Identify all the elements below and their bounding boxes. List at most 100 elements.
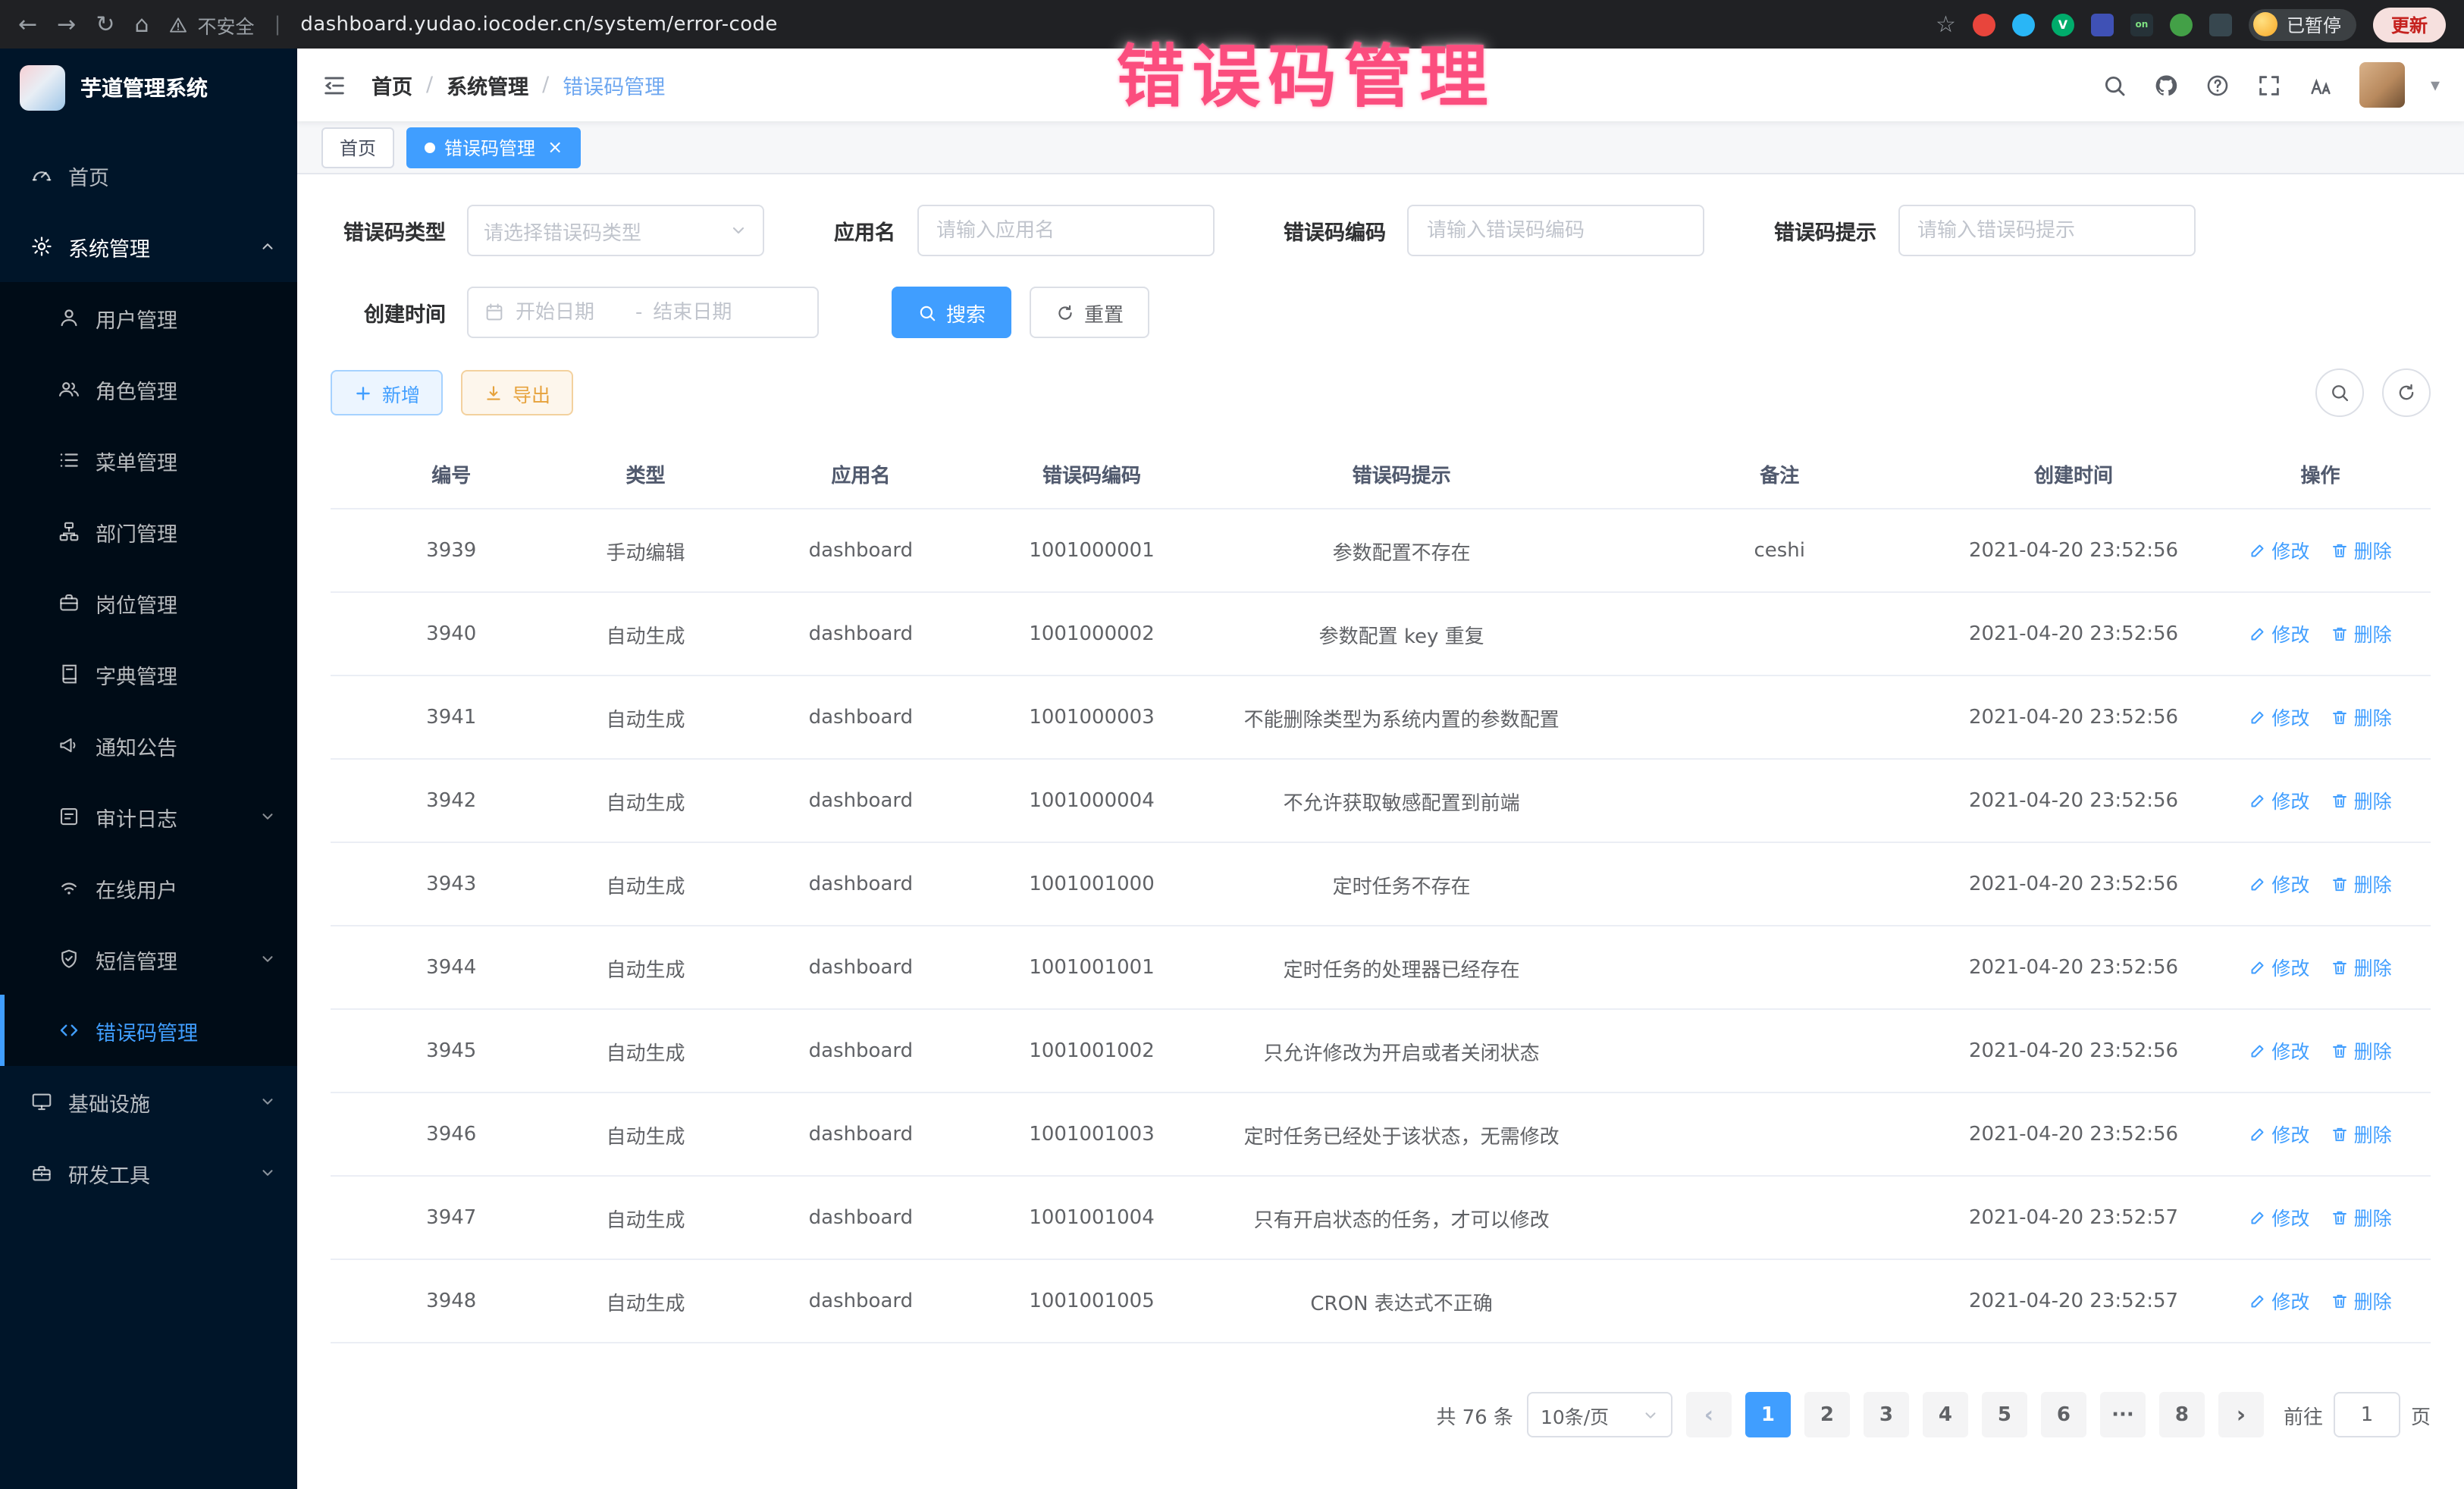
- delete-link[interactable]: 删除: [2331, 619, 2392, 648]
- edit-link[interactable]: 修改: [2249, 870, 2309, 898]
- create-time-range-picker[interactable]: -: [467, 287, 819, 338]
- sidebar-item-posts[interactable]: 岗位管理: [0, 567, 297, 638]
- sidebar-item-dev-tools[interactable]: 研发工具: [0, 1137, 297, 1208]
- address-url[interactable]: dashboard.yudao.iocoder.cn/system/error-…: [300, 13, 778, 36]
- sidebar-item-infrastructure[interactable]: 基础设施: [0, 1066, 297, 1137]
- page-button-4[interactable]: 4: [1923, 1392, 1968, 1437]
- delete-link[interactable]: 删除: [2331, 786, 2392, 815]
- edit-link[interactable]: 修改: [2249, 786, 2309, 815]
- delete-link[interactable]: 删除: [2331, 536, 2392, 565]
- edit-link[interactable]: 修改: [2249, 536, 2309, 565]
- close-icon[interactable]: ×: [547, 136, 563, 158]
- show-search-toggle-button[interactable]: [2315, 368, 2364, 417]
- sidebar-item-departments[interactable]: 部门管理: [0, 496, 297, 567]
- forward-icon[interactable]: →: [57, 13, 76, 36]
- download-icon: [484, 383, 503, 403]
- sidebar-item-home[interactable]: 首页: [0, 139, 297, 211]
- col-header-remark: 备注: [1622, 438, 1937, 509]
- table-header-row: 编号 类型 应用名 错误码编码 错误码提示 备注 创建时间 操作: [331, 438, 2431, 509]
- reset-button[interactable]: 重置: [1030, 287, 1149, 338]
- profile-paused-chip[interactable]: 已暂停: [2249, 8, 2356, 40]
- browser-update-button[interactable]: 更新: [2373, 7, 2446, 42]
- tab-home[interactable]: 首页: [321, 127, 394, 168]
- page-button-6[interactable]: 6: [2041, 1392, 2086, 1437]
- delete-link[interactable]: 删除: [2331, 703, 2392, 732]
- cell-code: 1001001004: [1002, 1176, 1180, 1259]
- sidebar-item-sms[interactable]: 短信管理: [0, 923, 297, 995]
- caret-down-icon[interactable]: ▾: [2431, 74, 2440, 96]
- delete-link[interactable]: 删除: [2331, 1120, 2392, 1149]
- breadcrumb-system[interactable]: 系统管理: [447, 70, 528, 100]
- error-hint-input[interactable]: [1898, 205, 2195, 256]
- app-logo[interactable]: 芋道管理系统: [0, 49, 297, 127]
- delete-link[interactable]: 删除: [2331, 953, 2392, 982]
- extension-icon[interactable]: [2091, 13, 2114, 36]
- security-indicator[interactable]: 不安全: [169, 10, 255, 39]
- extension-icon[interactable]: [2170, 13, 2193, 36]
- error-type-select[interactable]: 请选择错误码类型: [467, 205, 764, 256]
- font-size-icon[interactable]: [2308, 72, 2334, 98]
- bookmark-star-icon[interactable]: ☆: [1936, 13, 1956, 36]
- delete-link[interactable]: 删除: [2331, 870, 2392, 898]
- extension-icon[interactable]: [1973, 13, 1995, 36]
- end-date-input[interactable]: [653, 301, 762, 324]
- extension-icon[interactable]: on: [2130, 13, 2153, 36]
- edit-link[interactable]: 修改: [2249, 1203, 2309, 1232]
- pin-extension-icon[interactable]: [2209, 13, 2232, 36]
- page-button-1[interactable]: 1: [1745, 1392, 1791, 1437]
- sidebar-item-dictionary[interactable]: 字典管理: [0, 638, 297, 710]
- back-icon[interactable]: ←: [18, 13, 37, 36]
- refresh-table-button[interactable]: [2382, 368, 2431, 417]
- tab-error-code[interactable]: 错误码管理 ×: [406, 127, 581, 168]
- breadcrumb-home[interactable]: 首页: [371, 70, 412, 100]
- next-page-button[interactable]: ›: [2218, 1392, 2264, 1437]
- sidebar-item-system[interactable]: 系统管理: [0, 211, 297, 282]
- sidebar-item-roles[interactable]: 角色管理: [0, 353, 297, 425]
- sidebar-item-notices[interactable]: 通知公告: [0, 710, 297, 781]
- add-button[interactable]: 新增: [331, 370, 443, 415]
- delete-link[interactable]: 删除: [2331, 1036, 2392, 1065]
- page-size-select[interactable]: 10条/页: [1527, 1392, 1672, 1437]
- page-ellipsis-button[interactable]: ···: [2100, 1392, 2146, 1437]
- prev-page-button[interactable]: ‹: [1686, 1392, 1732, 1437]
- app-name-input[interactable]: [917, 205, 1214, 256]
- extension-icon[interactable]: [2012, 13, 2035, 36]
- export-button[interactable]: 导出: [461, 370, 573, 415]
- edit-label: 修改: [2271, 786, 2309, 815]
- edit-label: 修改: [2271, 619, 2309, 648]
- edit-link[interactable]: 修改: [2249, 1287, 2309, 1315]
- help-icon[interactable]: [2205, 72, 2230, 98]
- cell-actions: 修改 删除: [2210, 1176, 2431, 1259]
- sidebar-item-error-code[interactable]: 错误码管理: [0, 995, 297, 1066]
- search-icon[interactable]: [2102, 72, 2127, 98]
- edit-link[interactable]: 修改: [2249, 1036, 2309, 1065]
- cell-id: 3943: [331, 842, 572, 926]
- error-code-input[interactable]: [1407, 205, 1704, 256]
- home-icon[interactable]: ⌂: [134, 13, 149, 36]
- edit-link[interactable]: 修改: [2249, 619, 2309, 648]
- page-button-8[interactable]: 8: [2159, 1392, 2205, 1437]
- user-avatar[interactable]: [2359, 62, 2405, 108]
- edit-link[interactable]: 修改: [2249, 1120, 2309, 1149]
- page-button-3[interactable]: 3: [1864, 1392, 1909, 1437]
- github-icon[interactable]: [2153, 72, 2179, 98]
- edit-link[interactable]: 修改: [2249, 703, 2309, 732]
- delete-link[interactable]: 删除: [2331, 1287, 2392, 1315]
- sidebar-item-online-users[interactable]: 在线用户: [0, 852, 297, 923]
- search-button[interactable]: 搜索: [892, 287, 1011, 338]
- delete-link[interactable]: 删除: [2331, 1203, 2392, 1232]
- page-button-5[interactable]: 5: [1982, 1392, 2027, 1437]
- extension-icon[interactable]: V: [2052, 13, 2074, 36]
- delete-label: 删除: [2354, 1036, 2392, 1065]
- page-button-2[interactable]: 2: [1804, 1392, 1850, 1437]
- start-date-input[interactable]: [516, 301, 625, 324]
- sidebar-item-users[interactable]: 用户管理: [0, 282, 297, 353]
- edit-link[interactable]: 修改: [2249, 953, 2309, 982]
- sidebar-collapse-icon[interactable]: [321, 72, 347, 98]
- sidebar-item-audit-log[interactable]: 审计日志: [0, 781, 297, 852]
- browser-chrome: ← → ↻ ⌂ 不安全 | dashboard.yudao.iocoder.cn…: [0, 0, 2464, 49]
- goto-page-input[interactable]: [2334, 1392, 2400, 1437]
- reload-icon[interactable]: ↻: [96, 13, 114, 36]
- fullscreen-icon[interactable]: [2256, 72, 2282, 98]
- sidebar-item-menus[interactable]: 菜单管理: [0, 425, 297, 496]
